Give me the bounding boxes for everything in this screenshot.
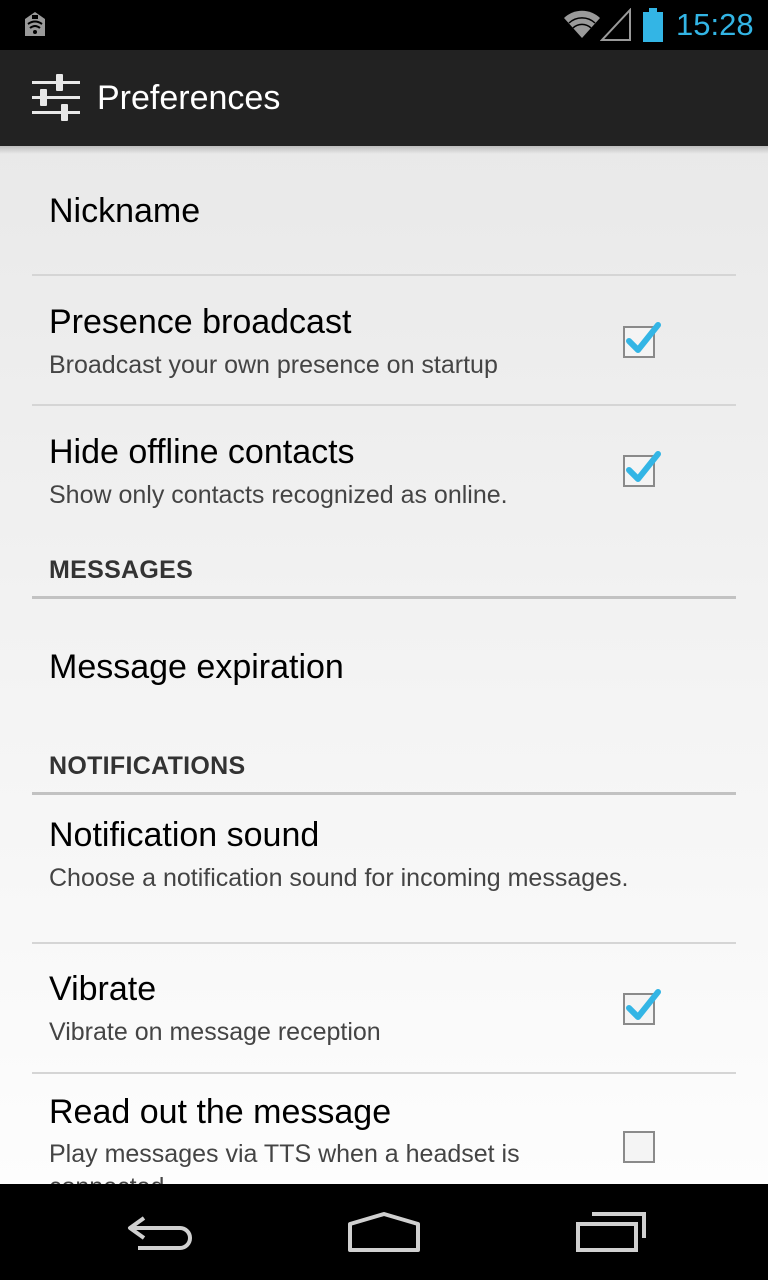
hide-offline-checkbox[interactable] <box>620 448 664 492</box>
category-messages: MESSAGES <box>49 556 194 584</box>
pref-nickname-title: Nickname <box>49 192 201 230</box>
read-out-checkbox[interactable] <box>620 1124 664 1168</box>
signal-icon <box>600 8 631 41</box>
vibrate-checkbox[interactable] <box>620 986 664 1030</box>
presence-broadcast-checkbox[interactable] <box>620 319 664 363</box>
pref-notification-sound[interactable]: Notification sound Choose a notification… <box>32 796 736 942</box>
page-title: Preferences <box>97 79 281 117</box>
notification-app-icon <box>25 12 45 36</box>
category-messages-divider <box>32 596 736 599</box>
status-bar: 15:28 <box>0 0 768 50</box>
clock-time: 15:28 <box>676 7 754 42</box>
pref-message-expiration-title: Message expiration <box>49 648 344 686</box>
pref-read-out-title: Read out the message <box>49 1093 392 1131</box>
pref-notification-sound-summary: Choose a notification sound for incoming… <box>49 864 629 892</box>
sliders-icon <box>32 74 80 121</box>
pref-message-expiration[interactable]: Message expiration <box>32 600 736 728</box>
pref-hide-offline-summary: Show only contacts recognized as online. <box>49 481 508 509</box>
category-notifications-divider <box>32 792 736 795</box>
navigation-bar <box>0 1184 768 1280</box>
pref-nickname[interactable]: Nickname <box>32 146 736 274</box>
action-bar: Preferences <box>0 50 768 146</box>
home-icon[interactable] <box>344 1208 424 1256</box>
pref-presence-broadcast-title: Presence broadcast <box>49 303 352 341</box>
pref-read-out-summary: Play messages via TTS when a headset is … <box>49 1140 520 1184</box>
pref-vibrate-title: Vibrate <box>49 970 157 1008</box>
battery-icon <box>643 8 663 42</box>
back-icon[interactable] <box>120 1208 200 1256</box>
action-bar-shadow <box>0 146 768 154</box>
recents-icon[interactable] <box>572 1208 652 1256</box>
pref-hide-offline-title: Hide offline contacts <box>49 433 355 471</box>
pref-presence-broadcast-summary: Broadcast your own presence on startup <box>49 351 498 379</box>
pref-vibrate-summary: Vibrate on message reception <box>49 1018 381 1046</box>
preferences-list[interactable]: Nickname Presence broadcast Broadcast yo… <box>0 146 768 1184</box>
wifi-icon <box>564 10 600 38</box>
pref-notification-sound-title: Notification sound <box>49 816 320 854</box>
category-notifications: NOTIFICATIONS <box>49 752 246 780</box>
